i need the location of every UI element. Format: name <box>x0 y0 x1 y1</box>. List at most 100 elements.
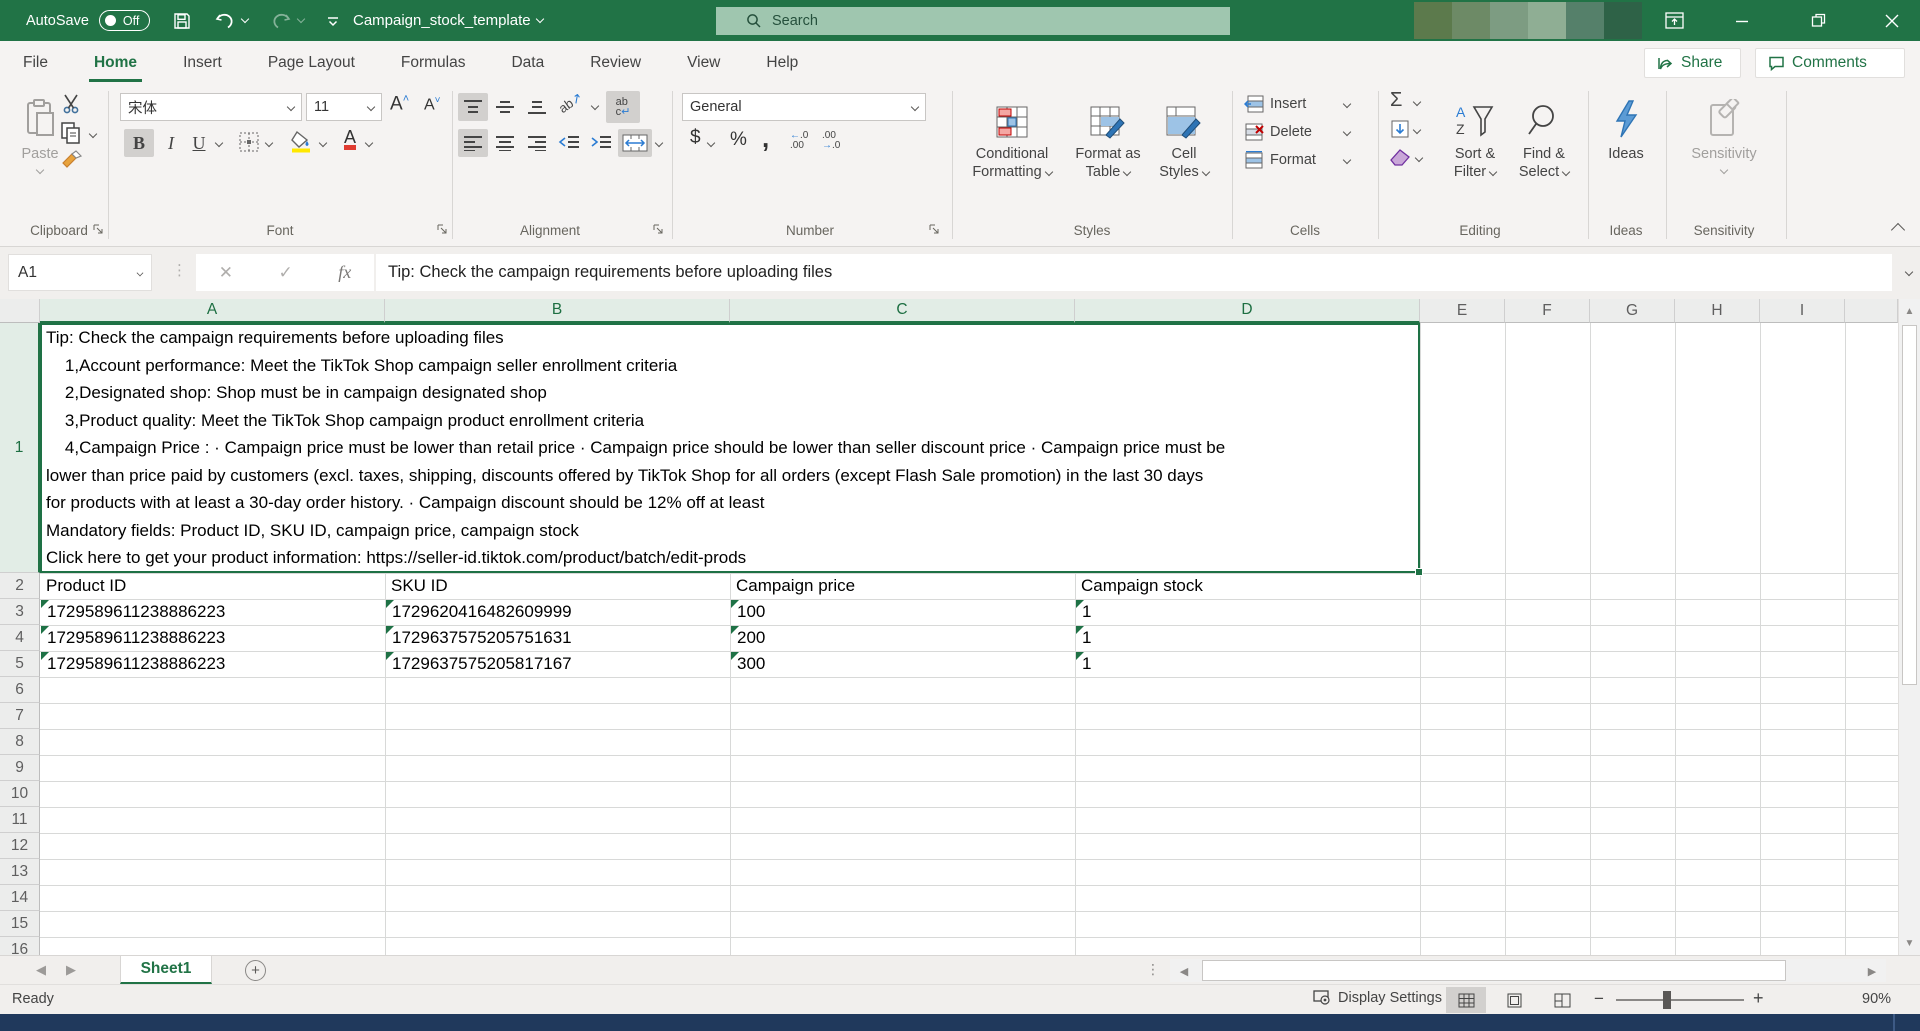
zoom-in-button[interactable]: + <box>1753 988 1764 1009</box>
fill-color-dropdown-icon[interactable] <box>319 139 327 147</box>
column-header-G[interactable]: G <box>1590 299 1675 323</box>
search-input[interactable]: Search <box>716 7 1230 35</box>
comments-button[interactable]: Comments <box>1755 48 1905 78</box>
minimize-button[interactable] <box>1716 0 1768 41</box>
decrease-indent-button[interactable] <box>554 129 584 157</box>
row-header-14[interactable]: 14 <box>0 885 40 911</box>
column-header-C[interactable]: C <box>730 299 1075 323</box>
column-header-A[interactable]: A <box>40 299 385 323</box>
zoom-slider-thumb[interactable] <box>1663 991 1671 1009</box>
name-box-splitter[interactable]: ⋮ <box>172 261 186 279</box>
italic-button[interactable]: I <box>156 129 186 157</box>
percent-style-button[interactable]: % <box>730 129 747 151</box>
top-align-button[interactable] <box>458 93 488 121</box>
borders-button[interactable] <box>238 131 260 157</box>
tab-view[interactable]: View <box>664 41 743 85</box>
vertical-scrollbar-thumb[interactable] <box>1902 325 1917 685</box>
row-header-7[interactable]: 7 <box>0 703 40 729</box>
row-header-13[interactable]: 13 <box>0 859 40 885</box>
row-header-11[interactable]: 11 <box>0 807 40 833</box>
number-dialog-launcher-icon[interactable] <box>928 223 942 237</box>
increase-decimal-button[interactable]: ←.0.00 <box>790 131 808 151</box>
cell-B4[interactable]: 1729637575205751631 <box>392 625 728 651</box>
comma-style-button[interactable]: , <box>762 123 769 154</box>
fill-dropdown-icon[interactable] <box>1413 126 1421 134</box>
display-settings-button[interactable]: Display Settings <box>1313 990 1442 1006</box>
accounting-dropdown-icon[interactable] <box>707 139 715 147</box>
cell-B2[interactable]: SKU ID <box>391 573 728 599</box>
accounting-format-button[interactable]: $ <box>690 127 701 149</box>
tab-review[interactable]: Review <box>567 41 664 85</box>
orientation-dropdown-icon[interactable] <box>591 102 599 110</box>
decrease-font-size-button[interactable]: A˅ <box>424 95 441 114</box>
sheet-nav-left-icon[interactable]: ◀ <box>36 962 46 978</box>
cell-D2[interactable]: Campaign stock <box>1081 573 1418 599</box>
align-right-button[interactable] <box>522 129 552 157</box>
underline-button[interactable]: U <box>186 129 212 157</box>
center-button[interactable] <box>490 129 520 157</box>
collapse-ribbon-icon[interactable] <box>1891 223 1905 237</box>
clipboard-dialog-launcher-icon[interactable] <box>92 223 106 237</box>
column-header-F[interactable]: F <box>1505 299 1590 323</box>
font-color-button[interactable]: A <box>344 127 356 150</box>
vertical-scrollbar[interactable]: ▲ ▼ <box>1898 299 1920 955</box>
sheet-tab-sheet1[interactable]: Sheet1 <box>120 956 212 984</box>
ribbon-display-options-icon[interactable] <box>1648 0 1700 41</box>
cell-A5[interactable]: 1729589611238886223 <box>47 651 383 677</box>
insert-cells-button[interactable]: Insert <box>1244 91 1306 117</box>
row-header-8[interactable]: 8 <box>0 729 40 755</box>
tab-formulas[interactable]: Formulas <box>378 41 489 85</box>
cell-styles-button[interactable]: Cell Styles <box>1152 89 1216 181</box>
zoom-slider[interactable] <box>1616 999 1744 1001</box>
orientation-button[interactable]: ab↗ <box>556 89 586 117</box>
font-name-select[interactable]: 宋体 <box>120 93 302 121</box>
format-as-table-button[interactable]: Format as Table <box>1068 89 1148 181</box>
cut-icon[interactable] <box>62 93 84 119</box>
find-select-button[interactable]: Find & Select <box>1512 89 1576 181</box>
row-header-1[interactable]: 1 <box>0 323 40 573</box>
share-button[interactable]: Share <box>1644 48 1741 78</box>
cell-A4[interactable]: 1729589611238886223 <box>47 625 383 651</box>
sort-filter-button[interactable]: AZ Sort & Filter <box>1444 89 1506 181</box>
bottom-align-button[interactable] <box>522 93 552 121</box>
tab-page-layout[interactable]: Page Layout <box>245 41 378 85</box>
column-header-H[interactable]: H <box>1675 299 1760 323</box>
horizontal-scrollbar-thumb[interactable] <box>1202 960 1786 981</box>
column-header-D[interactable]: D <box>1075 299 1420 323</box>
new-sheet-button[interactable]: + <box>245 960 266 981</box>
cell-A3[interactable]: 1729589611238886223 <box>47 599 383 625</box>
row-header-10[interactable]: 10 <box>0 781 40 807</box>
scroll-down-icon[interactable]: ▼ <box>1901 933 1918 953</box>
tab-file[interactable]: File <box>0 41 71 85</box>
decrease-decimal-button[interactable]: .00→.0 <box>822 131 840 151</box>
tab-data[interactable]: Data <box>488 41 567 85</box>
row-header-9[interactable]: 9 <box>0 755 40 781</box>
format-painter-icon[interactable] <box>60 149 84 177</box>
restore-button[interactable] <box>1792 0 1844 41</box>
tab-help[interactable]: Help <box>743 41 821 85</box>
zoom-level[interactable]: 90% <box>1862 991 1891 1007</box>
increase-indent-button[interactable] <box>586 129 616 157</box>
scroll-left-icon[interactable]: ◀ <box>1172 963 1196 979</box>
scroll-up-icon[interactable]: ▲ <box>1901 301 1918 321</box>
borders-dropdown-icon[interactable] <box>265 139 273 147</box>
normal-view-button[interactable] <box>1446 987 1486 1013</box>
delete-cells-button[interactable]: Delete <box>1244 119 1312 145</box>
undo-icon[interactable] <box>214 11 248 31</box>
merge-center-dropdown-icon[interactable] <box>655 139 663 147</box>
cell-B3[interactable]: 1729620416482609999 <box>392 599 728 625</box>
scroll-right-icon[interactable]: ▶ <box>1860 963 1884 979</box>
cell-C3[interactable]: 100 <box>737 599 1073 625</box>
name-box[interactable]: A1 <box>8 254 152 291</box>
insert-function-icon[interactable]: fx <box>338 262 351 283</box>
column-header-E[interactable]: E <box>1420 299 1505 323</box>
sheet-nav-right-icon[interactable]: ▶ <box>66 962 76 978</box>
cell-C2[interactable]: Campaign price <box>736 573 1073 599</box>
copy-icon[interactable] <box>60 121 82 149</box>
formula-input[interactable]: Tip: Check the campaign requirements bef… <box>376 254 1892 291</box>
row-header-16[interactable]: 16 <box>0 937 40 955</box>
cell-D5[interactable]: 1 <box>1082 651 1418 677</box>
save-icon[interactable] <box>172 11 192 31</box>
font-size-select[interactable]: 11 <box>306 93 382 121</box>
autosum-button[interactable]: Σ <box>1390 89 1402 112</box>
